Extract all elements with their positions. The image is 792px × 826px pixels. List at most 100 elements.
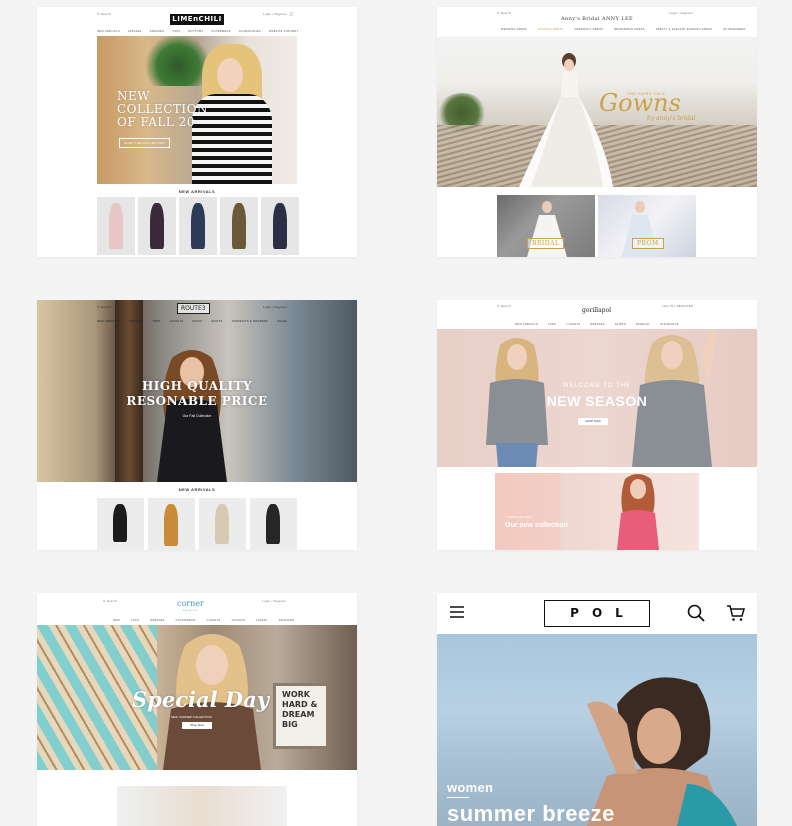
menu-item[interactable]: TOPS: [548, 323, 556, 326]
prom-tile[interactable]: PROM: [598, 195, 696, 257]
theme-preview-limenchili[interactable]: ⚲ Search LIMEnCHILI Login / Register 🛒 N…: [37, 7, 357, 257]
menu-item[interactable]: TOPS: [131, 619, 139, 622]
site-logo[interactable]: corner: [177, 599, 204, 608]
search-link[interactable]: ⚲ Search: [97, 12, 111, 16]
hero-subtitle: NEW CORNER COLLECTION: [171, 715, 212, 719]
hero-banner[interactable]: NEW COLLECTION OF FALL 20 SHOP THE COLLE…: [97, 36, 297, 184]
product-thumbnail[interactable]: [179, 197, 217, 255]
secondary-banner[interactable]: [117, 786, 287, 826]
menu-item[interactable]: SALES: [277, 320, 287, 323]
account-link[interactable]: LOG IN | REGISTER: [662, 304, 693, 308]
theme-preview-annys-bridal[interactable]: ⚲ Search Anny's Bridal ANNY LEE Login / …: [437, 7, 757, 257]
product-thumbnail[interactable]: [97, 498, 144, 550]
menu-item[interactable]: LATEST: [256, 619, 267, 622]
collection-banner[interactable]: Fall/Summer 2017 Our new collection: [495, 473, 699, 550]
search-icon[interactable]: [687, 604, 705, 622]
product-thumbnail[interactable]: [261, 197, 299, 255]
hero-banner[interactable]: THE FAIRY TALE Gowns by anny's bridal: [437, 37, 757, 187]
menu-item[interactable]: T-SHIRTS: [206, 619, 220, 622]
menu-item[interactable]: PRETTY & ELEGANT EVENING DRESS: [656, 28, 712, 31]
menu-item[interactable]: NEW ARRIVALS: [97, 320, 120, 323]
menu-item[interactable]: BOTTOMS: [188, 30, 203, 33]
product-thumbnails: [97, 197, 299, 255]
product-thumbnails: [97, 498, 297, 550]
menu-item[interactable]: PANTS: [192, 320, 202, 323]
bridal-tile[interactable]: BRIDAL: [497, 195, 595, 257]
menu-item[interactable]: NEW: [113, 619, 120, 622]
menu-item[interactable]: T-SHIRTS: [566, 323, 580, 326]
account-link[interactable]: Login / Register: [262, 599, 286, 603]
site-logo[interactable]: ROUTE3: [177, 303, 210, 314]
menu-item[interactable]: SALE/NEW: [279, 619, 295, 622]
menu-item[interactable]: WEDDING DRESS: [501, 28, 527, 31]
shop-now-button[interactable]: SHOP NOW: [578, 418, 608, 425]
wall-poster: WORK HARD & DREAM BIG: [273, 683, 329, 749]
menu-item[interactable]: APPAREL: [128, 30, 142, 33]
hero-byline: by anny's bridal: [647, 115, 696, 122]
menu-item[interactable]: BRIDESMAID DRESS: [614, 28, 645, 31]
search-link[interactable]: ⚲ Search: [497, 11, 511, 15]
banner-title: Our new collection: [505, 522, 568, 529]
menu-item[interactable]: ACCESSORIES: [239, 30, 261, 33]
search-link[interactable]: ⚲ Search: [97, 305, 111, 309]
hero-banner[interactable]: women summer breeze: [437, 634, 757, 826]
menu-item[interactable]: TOPS: [152, 320, 160, 323]
menu-item[interactable]: NEW ARRIVALS: [97, 30, 120, 33]
menu-item[interactable]: JEWELRY: [636, 323, 650, 326]
site-logo[interactable]: LIMEnCHILI: [170, 14, 224, 25]
account-link[interactable]: Login / Register: [263, 12, 287, 16]
menu-item[interactable]: EVENING DRESS: [538, 28, 563, 31]
search-link[interactable]: ⚲ Search: [103, 599, 117, 603]
main-menu: WEDDING DRESS EVENING DRESS CEREMONY DRE…: [501, 28, 746, 31]
site-logo[interactable]: POL: [544, 600, 650, 627]
product-thumbnail[interactable]: [138, 197, 176, 255]
hero-banner[interactable]: WELCOME TO THE NEW SEASON SHOP NOW: [437, 329, 757, 467]
hamburger-icon[interactable]: [449, 604, 465, 620]
cart-icon[interactable]: [726, 604, 746, 622]
menu-item[interactable]: JACKETS: [231, 619, 245, 622]
product-thumbnail[interactable]: [250, 498, 297, 550]
theme-preview-corner[interactable]: ⚲ Search corner FASHION Login / Register…: [37, 593, 357, 826]
cart-icon[interactable]: 🛒: [289, 11, 294, 16]
hero-title: HIGH QUALITY RESONABLE PRICE: [37, 379, 357, 409]
product-thumbnail[interactable]: [148, 498, 195, 550]
main-menu: NEW ARRIVALS TOPS T-SHIRTS DRESSES SKIRT…: [515, 323, 679, 326]
hero-title-line: HIGH QUALITY: [141, 379, 253, 393]
menu-item[interactable]: CLEARANCE: [660, 323, 679, 326]
theme-preview-gorillapol[interactable]: ⚲ Search gorillapol LOG IN | REGISTER NE…: [437, 300, 757, 550]
hero-banner[interactable]: WORK HARD & DREAM BIG Special Day NEW CO…: [37, 625, 357, 791]
menu-item[interactable]: JACKETS: [170, 320, 184, 323]
search-label: Search: [106, 599, 118, 603]
shop-collection-button[interactable]: SHOP THE COLLECTION: [119, 138, 170, 148]
search-link[interactable]: ⚲ Search: [497, 304, 511, 308]
menu-item[interactable]: DRESSES: [129, 320, 144, 323]
menu-item[interactable]: SKIRTS: [615, 323, 626, 326]
product-thumbnail[interactable]: [97, 197, 135, 255]
menu-item[interactable]: CEREMONY DRESS: [574, 28, 603, 31]
product-thumbnail[interactable]: [199, 498, 246, 550]
menu-item[interactable]: WEBSITE CONTENT: [269, 30, 298, 33]
menu-item[interactable]: OUTERWEAR: [176, 619, 196, 622]
menu-item[interactable]: NEW ARRIVALS: [515, 323, 538, 326]
hero-banner[interactable]: HIGH QUALITY RESONABLE PRICE Our Fall Co…: [37, 300, 357, 482]
account-link[interactable]: Login / Register: [669, 11, 693, 15]
menu-item[interactable]: DRESSES: [150, 619, 165, 622]
shop-now-button[interactable]: Shop Now: [182, 722, 212, 729]
menu-item[interactable]: DRESSES: [590, 323, 605, 326]
menu-item[interactable]: JUMPSUITS & ROMPERS: [231, 320, 268, 323]
product-thumbnail[interactable]: [220, 197, 258, 255]
menu-item[interactable]: QUINCEANERA: [723, 28, 745, 31]
site-logo[interactable]: gorillapol: [582, 307, 611, 314]
menu-item[interactable]: TOPS: [172, 30, 180, 33]
menu-item[interactable]: OUTERWEAR: [211, 30, 231, 33]
model-face: [217, 58, 243, 92]
search-label: Search: [500, 304, 512, 308]
theme-preview-pol[interactable]: POL women summer breeze: [437, 593, 757, 826]
menu-item[interactable]: SKIRTS: [211, 320, 222, 323]
hero-title: NEW SEASON: [546, 393, 648, 409]
site-logo[interactable]: Anny's Bridal ANNY LEE: [437, 16, 757, 22]
search-label: Search: [100, 305, 112, 309]
menu-item[interactable]: DRESSES: [150, 30, 165, 33]
theme-preview-route3[interactable]: HIGH QUALITY RESONABLE PRICE Our Fall Co…: [37, 300, 357, 550]
account-link[interactable]: Login / Register: [263, 305, 287, 309]
